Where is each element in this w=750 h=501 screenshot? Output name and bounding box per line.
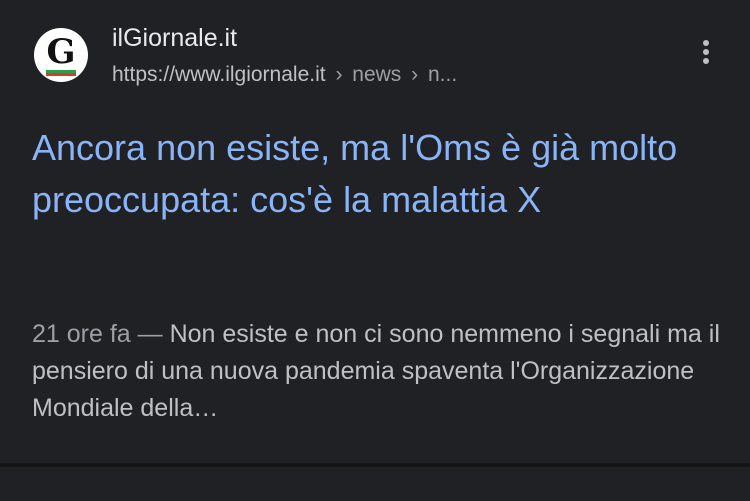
breadcrumb-url: https://www.ilgiornale.it (112, 63, 326, 86)
favicon-letter: G (46, 32, 76, 72)
more-dot (703, 49, 709, 55)
site-favicon: G (34, 28, 88, 82)
breadcrumb-crumb-truncated: n... (428, 63, 458, 86)
search-result-card[interactable]: G ilGiornale.it https://www.ilgiornale.i… (0, 0, 750, 463)
result-title-link[interactable]: Ancora non esiste, ma l'Oms è già molto … (32, 122, 722, 226)
date-dash: — (137, 320, 163, 348)
breadcrumb-crumb-news: news (352, 63, 402, 86)
more-dot (703, 58, 709, 64)
more-dot (703, 40, 709, 46)
snippet-text: Non esiste e non ci sono nemmeno i segna… (32, 320, 720, 422)
breadcrumb-separator: › (411, 63, 419, 86)
breadcrumb[interactable]: https://www.ilgiornale.it › news › n... (112, 60, 457, 90)
more-options-button[interactable] (688, 34, 724, 70)
site-name[interactable]: ilGiornale.it (112, 22, 237, 54)
breadcrumb-separator: › (335, 63, 343, 86)
result-snippet: 21 ore fa — Non esiste e non ci sono nem… (32, 316, 732, 427)
favicon-stripe-red (46, 73, 76, 76)
result-date: 21 ore fa (32, 320, 131, 348)
next-result-area (0, 467, 750, 501)
